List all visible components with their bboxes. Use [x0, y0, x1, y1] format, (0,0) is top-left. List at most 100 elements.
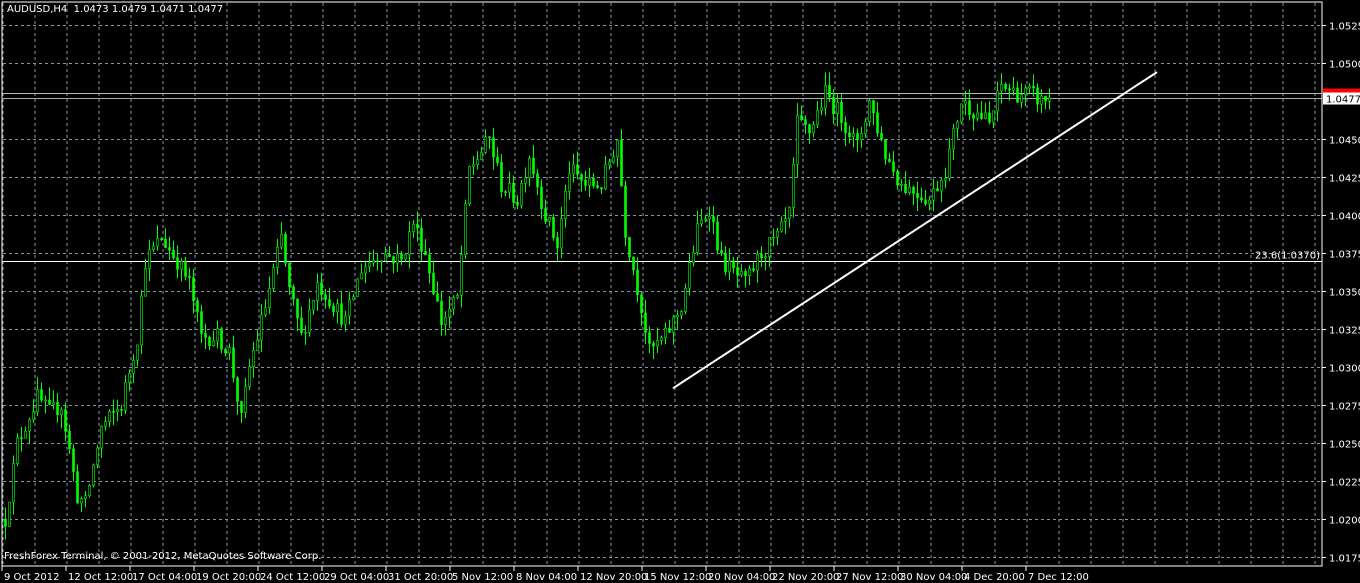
candle-body [412, 223, 415, 233]
ohlc-values: 1.0473 1.0479 1.0471 1.0477 [73, 4, 224, 15]
candle-body [296, 298, 299, 319]
candle-body [868, 100, 871, 123]
candle-body [340, 303, 343, 325]
candle-body [84, 495, 87, 500]
candle-body [708, 216, 711, 220]
candle-body [444, 316, 447, 325]
candle-body [736, 267, 739, 276]
candle-body [700, 219, 703, 224]
price-chart[interactable]: 23.6(1.0370) 1.05251.05001.04501.04251.0… [0, 0, 1360, 583]
candle-body [716, 221, 719, 251]
candle-body [108, 411, 111, 423]
candle-body [656, 340, 659, 347]
candle-body [448, 308, 451, 318]
candle-body [644, 312, 647, 333]
trendline [672, 71, 1158, 390]
candle-body [24, 430, 27, 439]
candle-body [1048, 97, 1051, 102]
candle-body [620, 140, 623, 187]
time-tick-label: 7 Dec 12:00 [1028, 572, 1089, 583]
candle-body [424, 251, 427, 256]
candles [4, 72, 1051, 540]
candle-body [236, 377, 239, 402]
candle-body [504, 191, 507, 193]
candle-body [864, 121, 867, 134]
candle-body [128, 372, 131, 383]
candle-body [972, 114, 975, 119]
candle-body [140, 295, 143, 346]
candle-body [596, 185, 599, 188]
candle-body [648, 332, 651, 344]
time-tick-label: 15 Nov 12:00 [644, 572, 711, 583]
candle-body [472, 164, 475, 167]
time-tick-label: 22 Nov 20:00 [772, 572, 839, 583]
candle-body [640, 294, 643, 314]
candle-body [260, 314, 263, 341]
candle-body [368, 262, 371, 268]
candle-body [896, 171, 899, 186]
candle-body [616, 140, 619, 158]
candle-body [904, 184, 907, 193]
candle-body [984, 112, 987, 119]
candle-body [28, 419, 31, 432]
candle-body [568, 173, 571, 192]
candle-body [436, 293, 439, 302]
candle-body [228, 347, 231, 354]
candle-body [512, 182, 515, 203]
candle-body [804, 119, 807, 125]
time-tick-label: 12 Oct 12:00 [68, 572, 133, 583]
candle-body [956, 121, 959, 129]
candle-body [788, 207, 791, 220]
chart-window[interactable]: 23.6(1.0370) 1.05251.05001.04501.04251.0… [0, 0, 1360, 583]
candle-body [292, 286, 295, 300]
candle-body [680, 311, 683, 316]
time-axis: 9 Oct 2012 12 Oct 12:0017 Oct 04:0019 Oct… [1, 566, 1089, 583]
candle-body [1044, 95, 1047, 102]
candle-body [356, 278, 359, 297]
candle-body [16, 437, 19, 464]
candle-body [372, 260, 375, 264]
candle-body [664, 327, 667, 338]
candle-body [688, 262, 691, 289]
candle-body [304, 332, 307, 334]
candle-body [968, 100, 971, 116]
candle-body [1036, 87, 1039, 105]
candle-body [588, 177, 591, 186]
candle-body [540, 186, 543, 209]
candle-body [364, 266, 367, 274]
candle-body [152, 245, 155, 251]
candle-body [308, 309, 311, 333]
candle-body [64, 409, 67, 432]
candle-body [316, 282, 319, 302]
candle-body [908, 186, 911, 193]
time-tick-label: 27 Nov 12:00 [836, 572, 903, 583]
price-tick-label: 1.0375 [1329, 250, 1360, 261]
current-price-label: 1.0477 [1326, 95, 1360, 106]
candle-body [556, 237, 559, 249]
candle-body [456, 295, 459, 298]
price-tick-label: 1.0425 [1329, 174, 1360, 185]
copyright-text: FreshForex Terminal, © 2001-2012, MetaQu… [4, 551, 322, 562]
candle-body [320, 282, 323, 295]
fibo-level-label: 23.6(1.0370) [1255, 251, 1320, 262]
candle-body [460, 254, 463, 296]
candle-body [200, 311, 203, 334]
candle-body [216, 328, 219, 342]
candle-body [784, 218, 787, 222]
price-tick-label: 1.0450 [1329, 136, 1360, 147]
candle-body [136, 344, 139, 361]
candle-body [100, 426, 103, 449]
candle-body [828, 85, 831, 98]
time-tick-label: 29 Oct 04:00 [324, 572, 389, 583]
time-tick-label: 30 Nov 04:00 [900, 572, 967, 583]
candle-body [192, 277, 195, 302]
candle-body [848, 132, 851, 138]
candle-body [840, 101, 843, 123]
candle-body [992, 110, 995, 123]
candle-body [484, 136, 487, 153]
price-tick-label: 1.0300 [1329, 364, 1360, 375]
candle-body [520, 182, 523, 206]
candle-body [168, 247, 171, 251]
candle-body [760, 254, 763, 259]
candle-body [932, 188, 935, 201]
